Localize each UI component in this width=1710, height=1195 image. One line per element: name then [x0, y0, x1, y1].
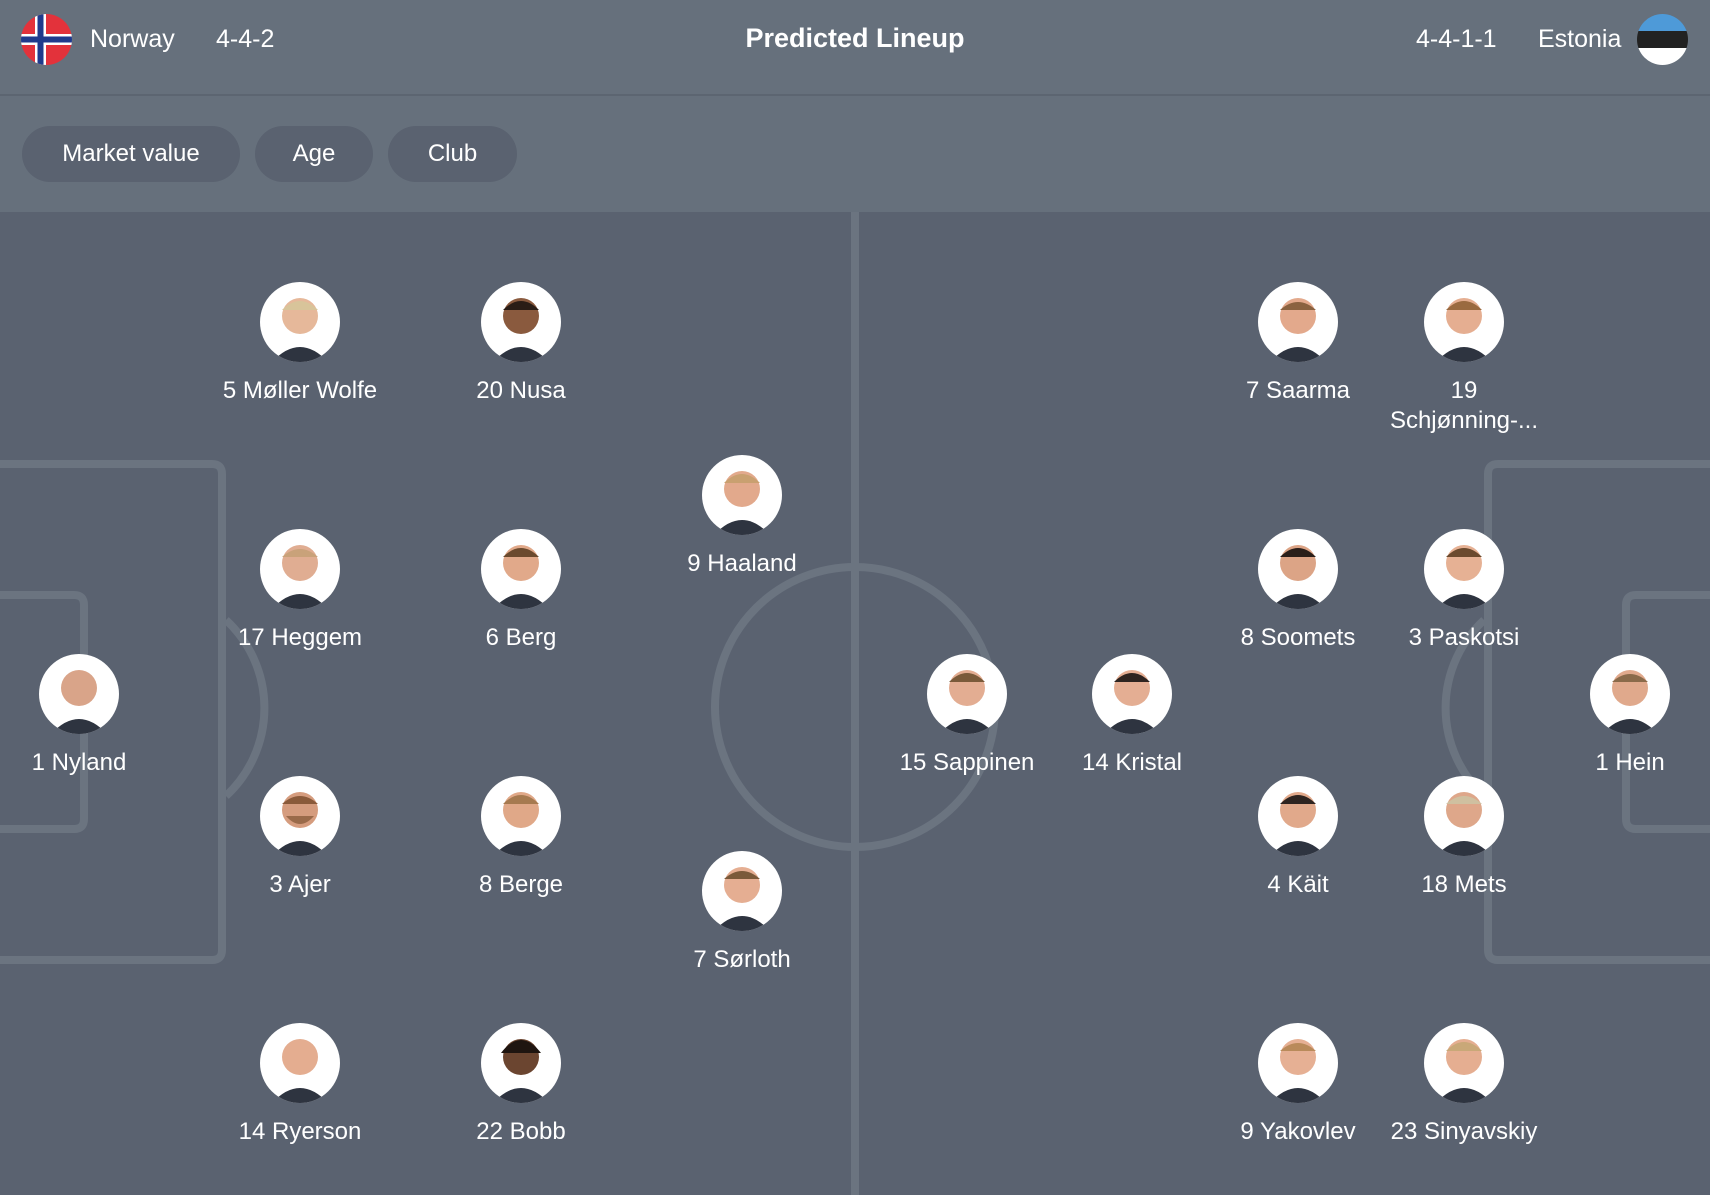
filter-bar: Market value Age Club	[0, 96, 1710, 212]
player-avatar	[702, 455, 782, 535]
player-name: 19 Schjønning-...	[1389, 377, 1539, 434]
player-avatar	[1590, 654, 1670, 734]
player-name: 20 Nusa	[476, 377, 566, 404]
player-avatar	[1092, 654, 1172, 734]
market-value-filter-button[interactable]: Market value	[22, 126, 240, 182]
player-haaland[interactable]: 9 Haaland	[632, 455, 852, 579]
away-team-name[interactable]: Estonia	[1538, 24, 1621, 54]
player-avatar	[260, 282, 340, 362]
player-avatar	[702, 851, 782, 931]
player-ajer[interactable]: 3 Ajer	[190, 776, 410, 900]
player-name: 3 Paskotsi	[1408, 624, 1520, 651]
player-name: 22 Bobb	[476, 1118, 566, 1145]
player-avatar	[260, 1023, 340, 1103]
player-sinyavskiy[interactable]: 23 Sinyavskiy	[1354, 1023, 1574, 1147]
player-avatar	[481, 529, 561, 609]
player-avatar	[260, 529, 340, 609]
player-bobb[interactable]: 22 Bobb	[411, 1023, 631, 1147]
player-avatar	[481, 1023, 561, 1103]
pitch: 1 Nyland 5 Møller Wolfe 17 Heggem 3 Ajer…	[0, 212, 1710, 1195]
player-avatar	[1424, 282, 1504, 362]
player-hein[interactable]: 1 Hein	[1520, 654, 1710, 778]
player-mets[interactable]: 18 Mets	[1354, 776, 1574, 900]
player-avatar	[927, 654, 1007, 734]
player-ryerson[interactable]: 14 Ryerson	[190, 1023, 410, 1147]
player-moller-wolfe[interactable]: 5 Møller Wolfe	[190, 282, 410, 406]
player-avatar	[481, 282, 561, 362]
player-name: 6 Berg	[485, 624, 557, 651]
player-paskotsi[interactable]: 3 Paskotsi	[1354, 529, 1574, 653]
player-kristal[interactable]: 14 Kristal	[1022, 654, 1242, 778]
player-avatar	[1424, 776, 1504, 856]
player-name: 14 Ryerson	[238, 1118, 362, 1145]
player-berge[interactable]: 8 Berge	[411, 776, 631, 900]
match-header: Norway 4-4-2 Predicted Lineup 4-4-1-1 Es…	[0, 0, 1710, 96]
player-name: 17 Heggem	[237, 624, 363, 651]
estonia-flag-icon	[1637, 14, 1688, 65]
player-avatar	[39, 654, 119, 734]
player-nyland[interactable]: 1 Nyland	[0, 654, 189, 778]
player-name: 9 Haaland	[687, 550, 797, 577]
player-sorloth[interactable]: 7 Sørloth	[632, 851, 852, 975]
player-schjonning[interactable]: 19 Schjønning-...	[1354, 282, 1574, 436]
player-avatar	[481, 776, 561, 856]
player-name: 5 Møller Wolfe	[222, 377, 378, 404]
age-filter-button[interactable]: Age	[255, 126, 373, 182]
player-name: 3 Ajer	[269, 871, 331, 898]
away-formation: 4-4-1-1	[1416, 25, 1497, 53]
player-avatar	[1258, 776, 1338, 856]
player-name: 7 Sørloth	[693, 946, 791, 973]
player-berg[interactable]: 6 Berg	[411, 529, 631, 653]
player-name: 18 Mets	[1421, 871, 1507, 898]
player-avatar	[260, 776, 340, 856]
player-avatar	[1258, 529, 1338, 609]
player-heggem[interactable]: 17 Heggem	[190, 529, 410, 653]
player-nusa[interactable]: 20 Nusa	[411, 282, 631, 406]
player-name: 14 Kristal	[1081, 749, 1183, 776]
player-avatar	[1258, 1023, 1338, 1103]
player-name: 23 Sinyavskiy	[1390, 1118, 1538, 1145]
player-avatar	[1424, 529, 1504, 609]
club-filter-button[interactable]: Club	[388, 126, 517, 182]
player-name: 8 Berge	[478, 871, 564, 898]
player-avatar	[1424, 1023, 1504, 1103]
player-avatar	[1258, 282, 1338, 362]
player-name: 1 Hein	[1595, 749, 1665, 776]
player-name: 1 Nyland	[31, 749, 127, 776]
